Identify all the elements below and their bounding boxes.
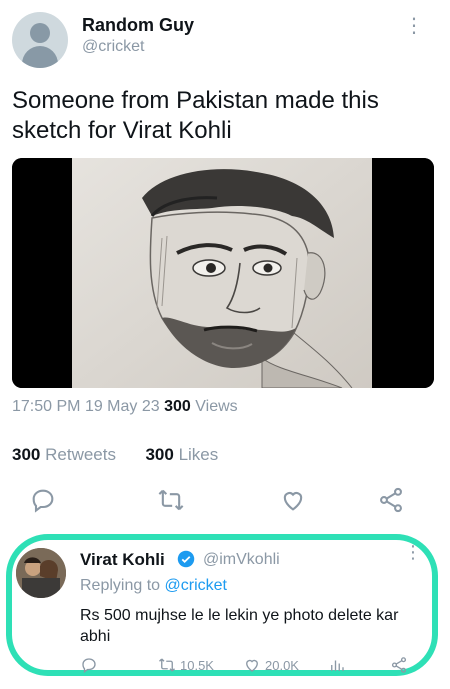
likes-count[interactable]: 300 — [145, 445, 173, 464]
reply-like[interactable]: 20.0K — [243, 656, 299, 674]
like-icon[interactable] — [279, 486, 307, 514]
replying-prefix: Replying to — [80, 577, 161, 594]
reply-text: Rs 500 mujhse le le lekin ye photo delet… — [80, 607, 399, 645]
tweet-date: 19 May 23 — [84, 398, 160, 415]
like-icon — [246, 659, 258, 672]
verified-badge-icon — [177, 550, 195, 568]
likes-label[interactable]: Likes — [179, 445, 219, 464]
views-count: 300 — [164, 398, 191, 415]
analytics-icon[interactable] — [328, 656, 346, 674]
tweet-time: 17:50 PM — [12, 398, 81, 415]
tweet-image[interactable] — [12, 158, 434, 388]
reply-reply-icon[interactable] — [80, 656, 98, 674]
share-icon[interactable] — [377, 486, 405, 514]
more-vertical-icon[interactable]: ⋮ — [404, 16, 424, 36]
reply-like-count: 20.0K — [265, 657, 299, 673]
replying-to: Replying to @cricket — [80, 577, 227, 595]
tweet-actions — [0, 486, 450, 520]
reply-share-icon[interactable] — [390, 656, 408, 674]
avatar-body — [22, 46, 58, 68]
avatar[interactable] — [12, 12, 68, 68]
author-name[interactable]: Random Guy — [82, 15, 194, 36]
tweet-text: Someone from Pakistan made this sketch f… — [12, 87, 379, 144]
sketch-drawing — [12, 158, 434, 388]
reply-avatar[interactable] — [16, 548, 66, 598]
author-handle[interactable]: @cricket — [82, 38, 144, 56]
retweets-label[interactable]: Retweets — [45, 445, 116, 464]
retweet-icon[interactable] — [157, 486, 185, 514]
reply-author-name[interactable]: Virat Kohli — [80, 550, 165, 570]
reply-tweet[interactable]: Virat Kohli @imVkohli ⋮ Replying to @cri… — [0, 530, 450, 689]
retweets-count[interactable]: 300 — [12, 445, 40, 464]
retweet-icon — [159, 658, 175, 672]
more-vertical-icon[interactable]: ⋮ — [404, 543, 422, 561]
tweet-header: Random Guy @cricket ⋮ — [0, 0, 450, 80]
views-label: Views — [195, 398, 238, 415]
replying-mention[interactable]: @cricket — [165, 577, 227, 594]
reply-icon[interactable] — [29, 486, 57, 514]
reply-retweet[interactable]: 10.5K — [158, 656, 214, 674]
reply-retweet-count: 10.5K — [180, 657, 214, 673]
tweet-stats: 300 Retweets 300 Likes — [12, 445, 218, 465]
avatar-head — [30, 23, 50, 43]
reply-actions: 10.5K 20.0K — [0, 656, 450, 678]
tweet-meta: 17:50 PM 19 May 23 300 Views — [12, 398, 238, 416]
reply-author-handle[interactable]: @imVkohli — [203, 551, 280, 569]
